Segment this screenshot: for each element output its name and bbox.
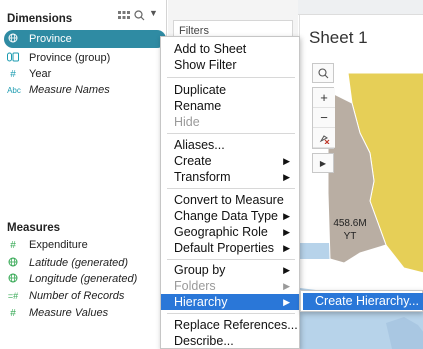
menu-item-replace-references[interactable]: Replace References... (161, 317, 299, 333)
measures-header: Measures (7, 222, 61, 234)
hash-icon: # (10, 68, 16, 80)
field-year[interactable]: # Year (0, 66, 51, 82)
menu-item-default-properties[interactable]: Default Properties ▶ (161, 240, 299, 256)
field-label: Measure Values (29, 307, 109, 319)
menu-separator (167, 188, 295, 189)
field-measure-values[interactable]: # Measure Values (0, 305, 108, 321)
dimensions-header: Dimensions (7, 13, 73, 25)
map-value-label: 458.6M (333, 218, 367, 229)
menu-separator (167, 259, 295, 260)
field-number-of-records[interactable]: =# Number of Records (0, 288, 125, 304)
field-label: Province (group) (29, 52, 111, 64)
hierarchy-submenu: Create Hierarchy... (300, 290, 423, 312)
field-longitude[interactable]: Longitude (generated) (0, 271, 137, 287)
field-measure-names[interactable]: Abc Measure Names (0, 82, 110, 98)
menu-item-change-data-type[interactable]: Change Data Type ▶ (161, 208, 299, 224)
submenu-arrow-icon: ▶ (283, 227, 290, 237)
menu-item-label: Folders (174, 279, 216, 293)
menu-item-describe[interactable]: Describe... (161, 333, 299, 349)
unpin-button[interactable] (313, 128, 335, 148)
menu-item-label: Describe... (174, 334, 234, 348)
submenu-arrow-icon: ▶ (283, 156, 290, 166)
search-icon (317, 67, 328, 78)
menu-item-label: Transform (174, 170, 231, 184)
plus-icon: + (320, 90, 328, 105)
field-label: Number of Records (29, 290, 125, 302)
globe-icon (6, 257, 20, 270)
field-province-group[interactable]: Province (group) (0, 50, 110, 66)
search-icon[interactable] (134, 10, 145, 21)
zoom-in-button[interactable]: + (313, 88, 335, 108)
menu-item-folders: Folders ▶ (161, 278, 299, 294)
field-label: Longitude (generated) (29, 273, 138, 285)
menu-item-group-by[interactable]: Group by ▶ (161, 262, 299, 278)
unpin-icon (319, 134, 330, 144)
map-toolbar: + − ▶ (312, 63, 335, 173)
menu-item-hide: Hide (161, 114, 299, 130)
minus-icon: − (320, 110, 328, 125)
menu-item-create[interactable]: Create ▶ (161, 153, 299, 169)
menu-item-rename[interactable]: Rename (161, 98, 299, 114)
submenu-arrow-icon: ▶ (283, 243, 290, 253)
play-icon: ▶ (319, 158, 327, 168)
menu-item-label: Rename (174, 99, 222, 113)
menu-item-label: Geographic Role (174, 225, 268, 239)
menu-item-label: Hide (174, 115, 200, 129)
globe-icon (6, 33, 20, 46)
menu-item-label: Aliases... (174, 138, 225, 152)
submenu-arrow-icon: ▶ (283, 211, 290, 221)
menu-item-label: Duplicate (174, 83, 227, 97)
field-province[interactable]: Province (0, 30, 167, 48)
globe-icon (6, 273, 20, 286)
hash-icon: # (10, 239, 16, 251)
submenu-arrow-icon: ▶ (283, 281, 290, 291)
sheet-title[interactable]: Sheet 1 (309, 28, 368, 48)
menu-item-label: Default Properties (174, 241, 275, 255)
submenu-arrow-icon: ▶ (283, 297, 290, 307)
data-pane: Dimensions ▼ Province Province (group) #… (0, 0, 167, 349)
menu-separator (167, 313, 295, 314)
submenu-arrow-icon: ▶ (283, 172, 290, 182)
field-label: Province (29, 33, 72, 45)
hash-icon: # (10, 307, 16, 319)
zoom-out-button[interactable]: − (313, 108, 335, 128)
field-expenditure[interactable]: # Expenditure (0, 237, 88, 253)
menu-item-hierarchy[interactable]: Hierarchy ▶ (161, 294, 299, 310)
field-label: Latitude (generated) (29, 257, 129, 269)
menu-separator (167, 77, 295, 78)
zoom-controls: + − (312, 87, 335, 149)
menu-item-label: Convert to Measure (174, 193, 284, 207)
menu-item-label: Create (174, 154, 212, 168)
map-search-button[interactable] (312, 63, 334, 83)
field-label: Year (29, 68, 52, 80)
pane-tools (118, 10, 145, 21)
menu-item-duplicate[interactable]: Duplicate (161, 82, 299, 98)
menu-item-show-filter[interactable]: Show Filter (161, 57, 299, 73)
field-label: Expenditure (29, 239, 88, 251)
paperclip-group-icon (6, 52, 20, 65)
chevron-down-icon[interactable]: ▼ (149, 8, 158, 18)
menu-item-label: Replace References... (174, 318, 298, 332)
menu-item-label: Show Filter (174, 58, 237, 72)
submenu-arrow-icon: ▶ (283, 265, 290, 275)
menu-item-add-to-sheet[interactable]: Add to Sheet (161, 41, 299, 57)
calc-hash-icon: =# (7, 291, 19, 301)
context-menu: Add to Sheet Show Filter Duplicate Renam… (160, 36, 300, 349)
map-region-label: YT (343, 231, 357, 242)
menu-separator (167, 133, 295, 134)
menu-item-label: Hierarchy (174, 295, 228, 309)
menu-item-aliases[interactable]: Aliases... (161, 137, 299, 153)
map-tools-expand-button[interactable]: ▶ (312, 153, 334, 173)
menu-item-label: Change Data Type (174, 209, 279, 223)
menu-item-convert-to-measure[interactable]: Convert to Measure (161, 192, 299, 208)
field-latitude[interactable]: Latitude (generated) (0, 255, 128, 271)
menu-item-geographic-role[interactable]: Geographic Role ▶ (161, 224, 299, 240)
view-toggle-icon[interactable] (118, 10, 130, 21)
menu-item-label: Group by (174, 263, 226, 277)
field-label: Measure Names (29, 84, 110, 96)
submenu-item-create-hierarchy[interactable]: Create Hierarchy... (303, 293, 423, 310)
menu-item-label: Add to Sheet (174, 42, 247, 56)
abc-icon: Abc (7, 85, 21, 95)
menu-item-transform[interactable]: Transform ▶ (161, 169, 299, 185)
